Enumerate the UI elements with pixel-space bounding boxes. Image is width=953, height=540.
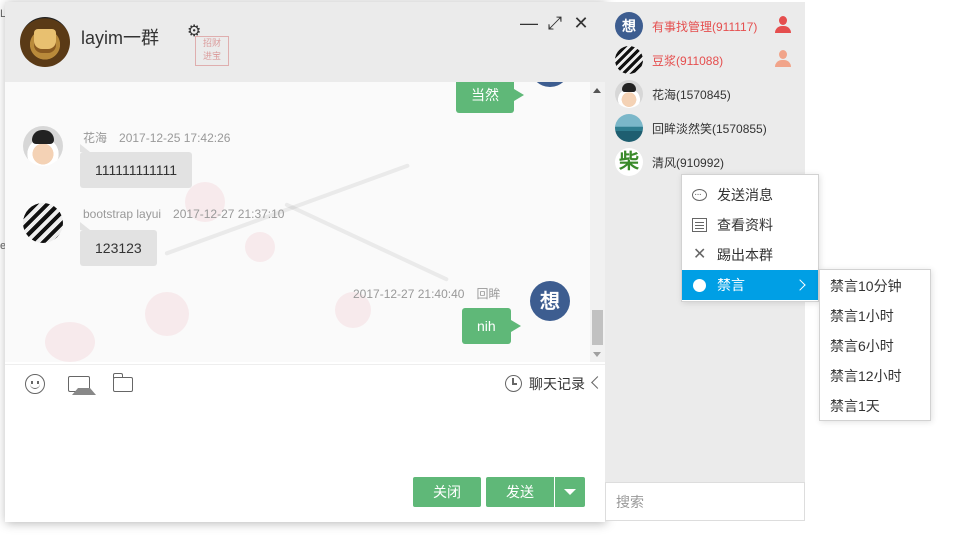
avatar[interactable]: 想	[530, 281, 570, 321]
chat-window: layim一群 ⚙ 招财进宝 — ⤢ ✕ 想 当然 花海 2017-12-25 1…	[5, 2, 605, 522]
message-user: bootstrap layui	[83, 207, 162, 221]
chat-header: layim一群 ⚙ 招财 进宝 — ⤢ ✕	[5, 2, 605, 82]
image-icon[interactable]	[68, 376, 96, 395]
maximize-icon[interactable]: ⤢	[546, 14, 564, 32]
message-meta: 2017-12-27 21:40:40 回眸	[353, 285, 500, 302]
menu-item-label: 踢出本群	[717, 247, 773, 263]
background-blossom	[245, 232, 275, 262]
avatar: 想	[615, 12, 643, 40]
avatar[interactable]	[23, 203, 63, 243]
avatar[interactable]: 想	[530, 82, 570, 87]
message-meta: bootstrap layui 2017-12-27 21:37:10	[83, 207, 284, 221]
user-icon	[775, 16, 791, 34]
message-meta: 花海 2017-12-25 17:42:26	[83, 129, 230, 146]
member-name: 花海(1570845)	[652, 88, 731, 102]
submenu-item-mute-12h[interactable]: 禁言12小时	[820, 361, 930, 391]
message-bubble: 123123	[80, 222, 157, 266]
chat-toolbar: 聊天记录	[5, 364, 605, 400]
chevron-left-icon[interactable]	[591, 376, 604, 389]
scroll-up-arrow[interactable]	[593, 88, 601, 93]
avatar	[615, 80, 643, 108]
chevron-right-icon	[794, 279, 806, 291]
chat-bubble-icon	[692, 180, 707, 210]
member-name: 有事找管理(911117)	[652, 20, 758, 34]
search-input[interactable]	[616, 483, 794, 520]
message-bubble: 当然	[456, 82, 524, 113]
menu-item-view-profile[interactable]: 查看资料	[682, 210, 818, 240]
member-search	[605, 482, 805, 521]
avatar: 柴	[615, 148, 643, 176]
group-name: layim一群	[81, 28, 160, 48]
message-bubble: 111111111111	[80, 144, 193, 188]
scrollbar[interactable]	[590, 82, 605, 362]
context-menu: 发送消息 查看资料 ✕ 踢出本群 禁言	[681, 174, 819, 302]
message-user: 回眸	[476, 287, 501, 301]
avatar	[615, 114, 643, 142]
chat-history-label: 聊天记录	[529, 376, 585, 392]
menu-item-remove-member[interactable]: ✕ 踢出本群	[682, 240, 818, 270]
avatar	[615, 46, 643, 74]
menu-item-label: 查看资料	[717, 217, 773, 233]
scroll-thumb[interactable]	[592, 310, 603, 345]
group-avatar[interactable]	[20, 17, 70, 67]
send-options-dropdown[interactable]	[555, 477, 585, 507]
menu-item-send-message[interactable]: 发送消息	[682, 180, 818, 210]
folder-icon[interactable]	[112, 373, 133, 392]
scroll-down-arrow[interactable]	[593, 352, 601, 357]
close-icon[interactable]: ✕	[572, 14, 590, 32]
chat-history-link[interactable]: 聊天记录	[505, 374, 585, 394]
x-icon: ✕	[693, 246, 707, 263]
minimize-icon[interactable]: —	[520, 14, 538, 32]
dot-icon	[693, 279, 706, 292]
message-time: 2017-12-27 21:37:10	[173, 207, 285, 221]
submenu-item-mute-6h[interactable]: 禁言6小时	[820, 331, 930, 361]
member-name: 清风(910992)	[652, 156, 725, 170]
user-icon	[775, 50, 791, 68]
emoji-icon[interactable]	[25, 374, 45, 394]
member-item[interactable]: 花海(1570845)	[605, 77, 805, 111]
message-time: 2017-12-27 21:40:40	[353, 287, 465, 301]
member-name: 回眸淡然笑(1570855)	[652, 122, 767, 136]
message-list[interactable]: 想 当然 花海2017-12-25 17:42:26 111111111111 …	[5, 82, 605, 362]
member-item[interactable]: 回眸淡然笑(1570855)	[605, 111, 805, 145]
menu-item-label: 禁言	[717, 277, 745, 293]
message-input[interactable]	[5, 400, 605, 462]
background-blossom	[145, 292, 189, 336]
background-branch	[284, 202, 449, 282]
message-bubble: nih	[462, 308, 521, 344]
stamp-logo: 招财 进宝	[195, 36, 229, 66]
message-user: 花海	[83, 131, 108, 145]
submenu-item-mute-1h[interactable]: 禁言1小时	[820, 301, 930, 331]
message-time: 2017-12-25 17:42:26	[119, 131, 231, 145]
member-item[interactable]: 想 有事找管理(911117)	[605, 9, 805, 43]
submenu-item-mute-1d[interactable]: 禁言1天	[820, 391, 930, 421]
avatar[interactable]	[23, 126, 63, 166]
member-name: 豆浆(911088)	[652, 54, 724, 68]
menu-item-mute[interactable]: 禁言	[682, 270, 818, 300]
close-button[interactable]: 关闭	[413, 477, 481, 507]
background-blossom	[45, 322, 95, 362]
send-button[interactable]: 发送	[486, 477, 554, 507]
submenu-item-mute-10min[interactable]: 禁言10分钟	[820, 271, 930, 301]
clock-icon	[505, 375, 522, 392]
profile-card-icon	[692, 218, 707, 232]
member-item[interactable]: 豆浆(911088)	[605, 43, 805, 77]
menu-item-label: 发送消息	[717, 187, 773, 203]
mute-submenu: 禁言10分钟 禁言1小时 禁言6小时 禁言12小时 禁言1天	[819, 269, 931, 421]
